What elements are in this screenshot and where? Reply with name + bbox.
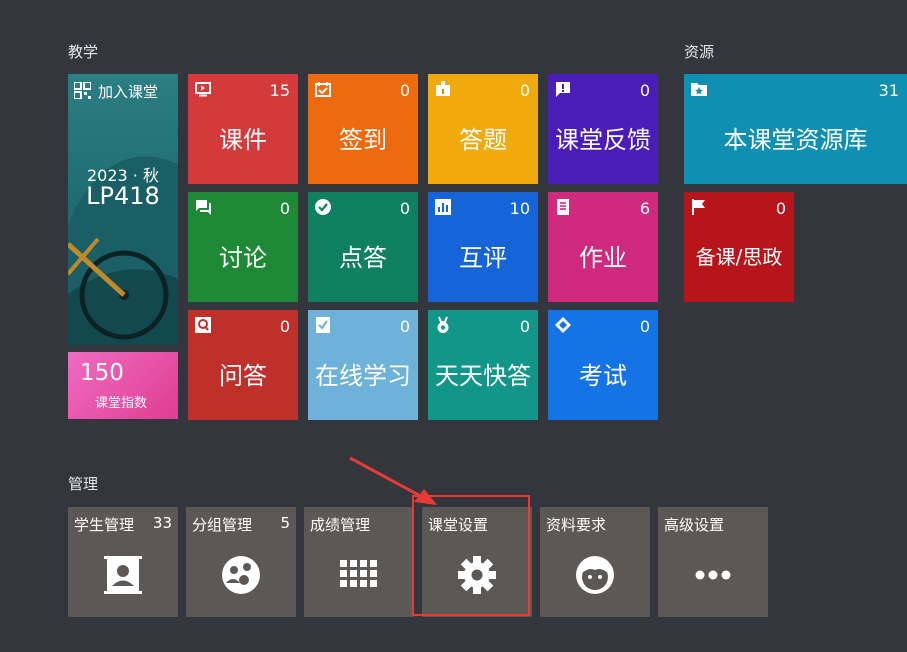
medal-icon (434, 316, 452, 334)
management-tile-label: 高级设置 (664, 516, 725, 534)
management-tile-grid[interactable]: 成绩管理 (304, 507, 414, 617)
face-icon (575, 555, 615, 595)
join-class-label[interactable]: 加入课堂 (98, 81, 158, 102)
teaching-tile-4[interactable]: 0 讨论 (188, 192, 298, 302)
section-resources-label: 资源 (684, 43, 715, 61)
tile-count: 10 (509, 199, 530, 218)
management-tile-label: 学生管理 (74, 516, 135, 534)
teaching-tile-10[interactable]: 0 天天快答 (428, 310, 538, 420)
tile-label: 点答 (339, 244, 387, 272)
management-tile-count: 33 (152, 514, 172, 532)
tile-count: 0 (775, 199, 786, 218)
management-tile-face[interactable]: 资料要求 (540, 507, 650, 617)
section-teaching-label: 教学 (68, 43, 99, 61)
tile-count: 0 (639, 317, 650, 336)
quiz-icon (434, 80, 452, 98)
tile-count: 0 (399, 81, 410, 100)
tile-label: 天天快答 (435, 362, 531, 390)
tile-label: 在线学习 (315, 362, 411, 390)
study-icon (314, 316, 332, 334)
tile-count: 0 (519, 81, 530, 100)
tile-count: 15 (269, 81, 290, 100)
chat-icon (194, 198, 212, 216)
teaching-tile-9[interactable]: 0 在线学习 (308, 310, 418, 420)
tile-label: 讨论 (219, 244, 267, 272)
management-tile-label: 分组管理 (192, 516, 253, 534)
screen-icon (194, 80, 212, 98)
tile-label: 作业 (579, 244, 627, 272)
teaching-tile-3[interactable]: 0 课堂反馈 (548, 74, 658, 184)
tile-label: 课件 (219, 126, 267, 154)
tile-label: 备课/思政 (695, 245, 783, 269)
tile-label: 答题 (459, 126, 507, 154)
management-tile-contact-book[interactable]: 学生管理 33 (68, 507, 178, 617)
resource-tile-1[interactable]: 0 备课/思政 (684, 192, 794, 302)
teaching-tile-8[interactable]: 0 问答 (188, 310, 298, 420)
qa-icon (194, 316, 212, 334)
folder-star-icon (690, 80, 708, 98)
more-icon (693, 555, 733, 595)
class-index-card[interactable]: 150 课堂指数 (68, 352, 178, 419)
class-code: LP418 (86, 182, 160, 210)
grid-icon (339, 555, 379, 595)
management-tile-label: 资料要求 (546, 516, 607, 534)
book-icon (554, 198, 572, 216)
tile-label: 本课堂资源库 (723, 126, 868, 154)
management-tile-group[interactable]: 分组管理 5 (186, 507, 296, 617)
feedback-icon (554, 80, 572, 98)
teaching-tile-2[interactable]: 0 答题 (428, 74, 538, 184)
section-management-label: 管理 (68, 475, 99, 493)
group-icon (221, 555, 261, 595)
tile-label: 考试 (579, 362, 627, 390)
tile-count: 0 (519, 317, 530, 336)
contact-book-icon (103, 555, 143, 595)
bar-chart-icon (434, 198, 452, 216)
qrcode-icon (73, 81, 92, 103)
resource-tile-0[interactable]: 31 本课堂资源库 (684, 74, 907, 184)
tile-count: 0 (639, 81, 650, 100)
class-card[interactable]: 加入课堂 2023 · 秋 LP418 (68, 74, 178, 345)
teaching-tile-7[interactable]: 6 作业 (548, 192, 658, 302)
teaching-tile-11[interactable]: 0 考试 (548, 310, 658, 420)
teaching-tile-0[interactable]: 15 课件 (188, 74, 298, 184)
tile-count: 6 (639, 199, 650, 218)
exam-icon (554, 316, 572, 334)
tile-label: 互评 (459, 244, 507, 272)
check-circle-icon (314, 198, 332, 216)
tile-count: 0 (279, 317, 290, 336)
management-tile-more[interactable]: 高级设置 (658, 507, 768, 617)
tile-count: 0 (399, 317, 410, 336)
management-tile-count: 5 (280, 514, 290, 532)
teaching-tile-1[interactable]: 0 签到 (308, 74, 418, 184)
tile-label: 课堂反馈 (555, 126, 651, 154)
class-index-label: 课堂指数 (95, 396, 148, 411)
teaching-tile-5[interactable]: 0 点答 (308, 192, 418, 302)
calendar-check-icon (314, 80, 332, 98)
highlight-box (412, 495, 530, 616)
tile-count: 31 (878, 81, 899, 100)
teaching-tile-6[interactable]: 10 互评 (428, 192, 538, 302)
flag-icon (690, 198, 708, 216)
tile-label: 签到 (339, 126, 387, 154)
tile-label: 问答 (219, 362, 267, 390)
tile-count: 0 (279, 199, 290, 218)
tile-count: 0 (399, 199, 410, 218)
class-index-value: 150 (80, 360, 124, 386)
